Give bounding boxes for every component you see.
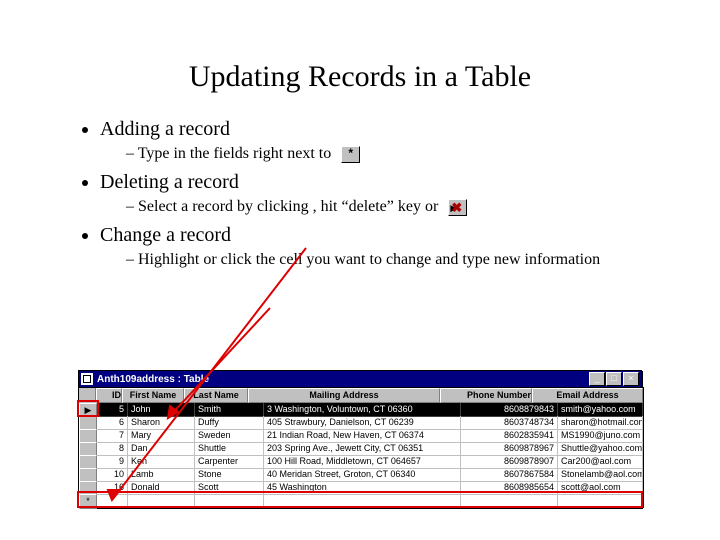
cell-first[interactable]: Dan — [128, 442, 195, 456]
cell-id[interactable]: 8 — [97, 442, 128, 456]
new-cell[interactable] — [461, 494, 558, 508]
bullet-deleting-label: Deleting a record — [100, 171, 239, 193]
cell-phone[interactable]: 8609878907 — [461, 455, 558, 469]
column-first[interactable]: First Name — [122, 388, 184, 403]
window-title: Anth109address : Table — [97, 374, 589, 385]
cell-last[interactable]: Carpenter — [195, 455, 264, 469]
cell-addr[interactable]: 100 Hill Road, Middletown, CT 064657 — [264, 455, 461, 469]
cell-first[interactable]: Lamb — [128, 468, 195, 482]
system-menu-icon[interactable] — [81, 373, 93, 385]
minimize-button[interactable]: _ — [589, 372, 605, 386]
new-cell[interactable] — [97, 494, 128, 508]
cell-phone[interactable]: 8607867584 — [461, 468, 558, 482]
cell-first[interactable]: Sharon — [128, 416, 195, 430]
sub-change: Highlight or click the cell you want to … — [126, 251, 650, 269]
sub-adding: Type in the fields right next to * — [126, 145, 650, 163]
cell-first[interactable]: Ken — [128, 455, 195, 469]
table-row[interactable]: ▶5JohnSmith3 Washington, Voluntown, CT 0… — [79, 403, 643, 416]
cell-last[interactable]: Stone — [195, 468, 264, 482]
cell-phone[interactable]: 8603748734 — [461, 416, 558, 430]
access-table-window: Anth109address : Table _ □ × ID First Na… — [78, 370, 642, 508]
cell-id[interactable]: 10 — [97, 468, 128, 482]
column-addr[interactable]: Mailing Address — [248, 388, 440, 403]
cell-phone[interactable]: 8602835941 — [461, 429, 558, 443]
table-row[interactable]: 7MarySweden21 Indian Road, New Haven, CT… — [79, 429, 643, 442]
column-last[interactable]: Last Name — [184, 388, 248, 403]
new-cell[interactable] — [558, 494, 643, 508]
asterisk-icon: * — [341, 146, 360, 163]
new-cell[interactable] — [128, 494, 195, 508]
cell-email[interactable]: Car200@aol.com — [558, 455, 643, 469]
bullet-change-label: Change a record — [100, 224, 231, 246]
cell-first[interactable]: Mary — [128, 429, 195, 443]
cell-email[interactable]: sharon@hotmail.com — [558, 416, 643, 430]
cell-email[interactable]: smith@yahoo.com — [558, 403, 643, 417]
cell-last[interactable]: Shuttle — [195, 442, 264, 456]
table-row[interactable]: 8DanShuttle203 Spring Ave., Jewett City,… — [79, 442, 643, 455]
new-cell[interactable] — [264, 494, 461, 508]
cell-last[interactable]: Sweden — [195, 429, 264, 443]
table-row[interactable]: 9KenCarpenter100 Hill Road, Middletown, … — [79, 455, 643, 468]
cell-phone[interactable]: 8609878967 — [461, 442, 558, 456]
new-record-marker[interactable]: * — [79, 494, 97, 509]
column-id[interactable]: ID — [96, 388, 122, 403]
cell-last[interactable]: Scott — [195, 481, 264, 495]
column-headers: ID First Name Last Name Mailing Address … — [79, 388, 643, 403]
cell-last[interactable]: Smith — [195, 403, 264, 417]
cell-email[interactable]: Stonelamb@aol.com — [558, 468, 643, 482]
table-row[interactable]: 6SharonDuffy405 Strawbury, Danielson, CT… — [79, 416, 643, 429]
page-title: Updating Records in a Table — [70, 60, 650, 94]
cell-id[interactable]: 16 — [97, 481, 128, 495]
cell-email[interactable]: MS1990@juno.com — [558, 429, 643, 443]
cell-id[interactable]: 6 — [97, 416, 128, 430]
select-all-cell[interactable] — [79, 388, 96, 402]
cell-id[interactable]: 9 — [97, 455, 128, 469]
column-email[interactable]: Email Address — [532, 388, 643, 403]
cell-first[interactable]: John — [128, 403, 195, 417]
cell-addr[interactable]: 3 Washington, Voluntown, CT 06360 — [264, 403, 461, 417]
cell-addr[interactable]: 203 Spring Ave., Jewett City, CT 06351 — [264, 442, 461, 456]
titlebar[interactable]: Anth109address : Table _ □ × — [78, 370, 642, 387]
delete-record-icon: ▶ ✖ — [448, 199, 467, 216]
datasheet-grid[interactable]: ID First Name Last Name Mailing Address … — [78, 387, 644, 508]
table-row[interactable]: 16DonaldScott45 Washington8608985654scot… — [79, 481, 643, 494]
sub-change-text: Highlight or click the cell you want to … — [138, 251, 600, 268]
new-cell[interactable] — [195, 494, 264, 508]
sub-deleting-text: Select a record by clicking , hit “delet… — [138, 198, 438, 215]
cell-email[interactable]: scott@aol.com — [558, 481, 643, 495]
bullet-adding-label: Adding a record — [100, 118, 230, 140]
cell-addr[interactable]: 45 Washington — [264, 481, 461, 495]
new-record-row[interactable]: * — [79, 494, 643, 507]
cell-addr[interactable]: 405 Strawbury, Danielson, CT 06239 — [264, 416, 461, 430]
sub-deleting: Select a record by clicking , hit “delet… — [126, 198, 650, 216]
maximize-button[interactable]: □ — [606, 372, 622, 386]
cell-id[interactable]: 5 — [97, 403, 128, 417]
cell-addr[interactable]: 40 Meridan Street, Groton, CT 06340 — [264, 468, 461, 482]
cell-id[interactable]: 7 — [97, 429, 128, 443]
table-row[interactable]: 10LambStone40 Meridan Street, Groton, CT… — [79, 468, 643, 481]
cell-email[interactable]: Shuttle@yahoo.com — [558, 442, 643, 456]
sub-adding-text: Type in the fields right next to — [138, 145, 332, 162]
cell-phone[interactable]: 8608879843 — [461, 403, 558, 417]
cell-addr[interactable]: 21 Indian Road, New Haven, CT 06374 — [264, 429, 461, 443]
cell-phone[interactable]: 8608985654 — [461, 481, 558, 495]
bullet-change: Change a record Highlight or click the c… — [100, 224, 650, 269]
close-button[interactable]: × — [623, 372, 639, 386]
cell-first[interactable]: Donald — [128, 481, 195, 495]
bullet-deleting: Deleting a record Select a record by cli… — [100, 171, 650, 216]
bullet-adding: Adding a record Type in the fields right… — [100, 118, 650, 163]
cell-last[interactable]: Duffy — [195, 416, 264, 430]
column-phone[interactable]: Phone Number — [440, 388, 532, 403]
